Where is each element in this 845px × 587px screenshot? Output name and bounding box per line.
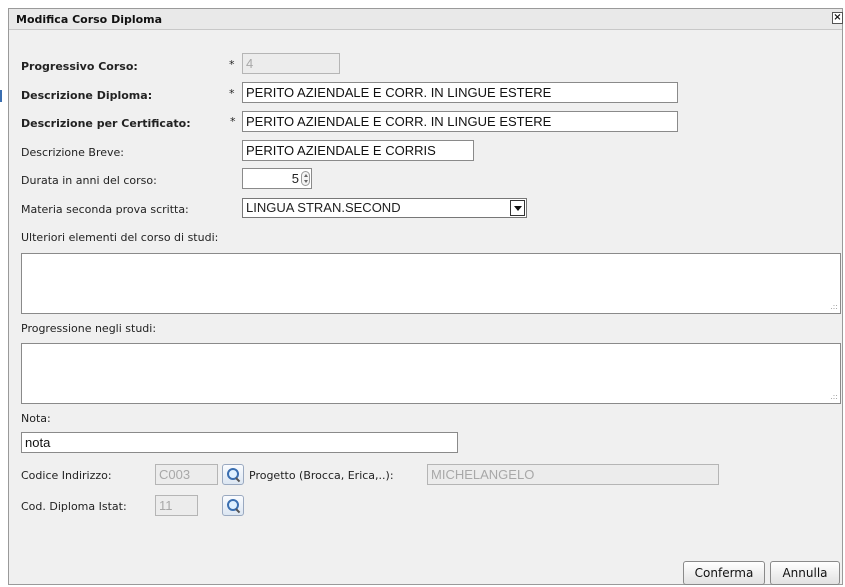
descrizione-breve-input[interactable]: PERITO AZIENDALE E CORRIS [242, 140, 474, 161]
cod-diploma-istat-label: Cod. Diploma Istat: [21, 500, 127, 513]
resize-grip-icon[interactable]: .:: [830, 393, 838, 401]
descrizione-diploma-label: Descrizione Diploma: [21, 89, 153, 102]
dialog-title: Modifica Corso Diploma [16, 13, 163, 26]
nota-input[interactable]: nota [21, 432, 458, 453]
progressivo-input: 4 [242, 53, 340, 74]
materia-select[interactable]: LINGUA STRAN.SECOND [242, 198, 527, 218]
spinner-arrows-icon[interactable] [301, 171, 310, 186]
required-marker: * [229, 58, 235, 71]
resize-grip-icon[interactable]: .:: [830, 303, 838, 311]
descrizione-diploma-input[interactable]: PERITO AZIENDALE E CORR. IN LINGUE ESTER… [242, 82, 678, 103]
durata-value: 5 [291, 171, 299, 186]
modal-dialog: Modifica Corso Diploma × Progressivo Cor… [8, 8, 843, 585]
cancel-button[interactable]: Annulla [770, 561, 840, 585]
progressivo-label: Progressivo Corso: [21, 60, 138, 73]
materia-label: Materia seconda prova scritta: [21, 203, 189, 216]
ulteriori-label: Ulteriori elementi del corso di studi: [21, 231, 219, 244]
chevron-down-icon[interactable] [510, 200, 525, 216]
codice-indirizzo-label: Codice Indirizzo: [21, 469, 112, 482]
codice-indirizzo-input: C003 [155, 464, 218, 485]
progetto-label: Progetto (Brocca, Erica,..): [249, 469, 394, 482]
descrizione-breve-label: Descrizione Breve: [21, 146, 124, 159]
durata-label: Durata in anni del corso: [21, 174, 157, 187]
durata-stepper[interactable]: 5 [242, 168, 312, 189]
progetto-input: MICHELANGELO [427, 464, 719, 485]
descrizione-certificato-input[interactable]: PERITO AZIENDALE E CORR. IN LINGUE ESTER… [242, 111, 678, 132]
nota-label: Nota: [21, 412, 51, 425]
magnifier-icon[interactable] [222, 495, 244, 516]
magnifier-icon[interactable] [222, 464, 244, 485]
dialog-titlebar: Modifica Corso Diploma × [9, 9, 843, 30]
cod-diploma-istat-input: 11 [155, 495, 198, 516]
materia-selected-value: LINGUA STRAN.SECOND [246, 200, 401, 215]
required-marker: * [230, 115, 236, 128]
window-edge-accent [0, 90, 2, 102]
ulteriori-textarea[interactable]: .:: [21, 253, 841, 314]
required-marker: * [229, 87, 235, 100]
descrizione-certificato-label: Descrizione per Certificato: [21, 117, 191, 130]
confirm-button[interactable]: Conferma [683, 561, 765, 585]
close-icon[interactable]: × [832, 12, 843, 24]
progressione-label: Progressione negli studi: [21, 322, 157, 335]
progressione-textarea[interactable]: .:: [21, 343, 841, 404]
